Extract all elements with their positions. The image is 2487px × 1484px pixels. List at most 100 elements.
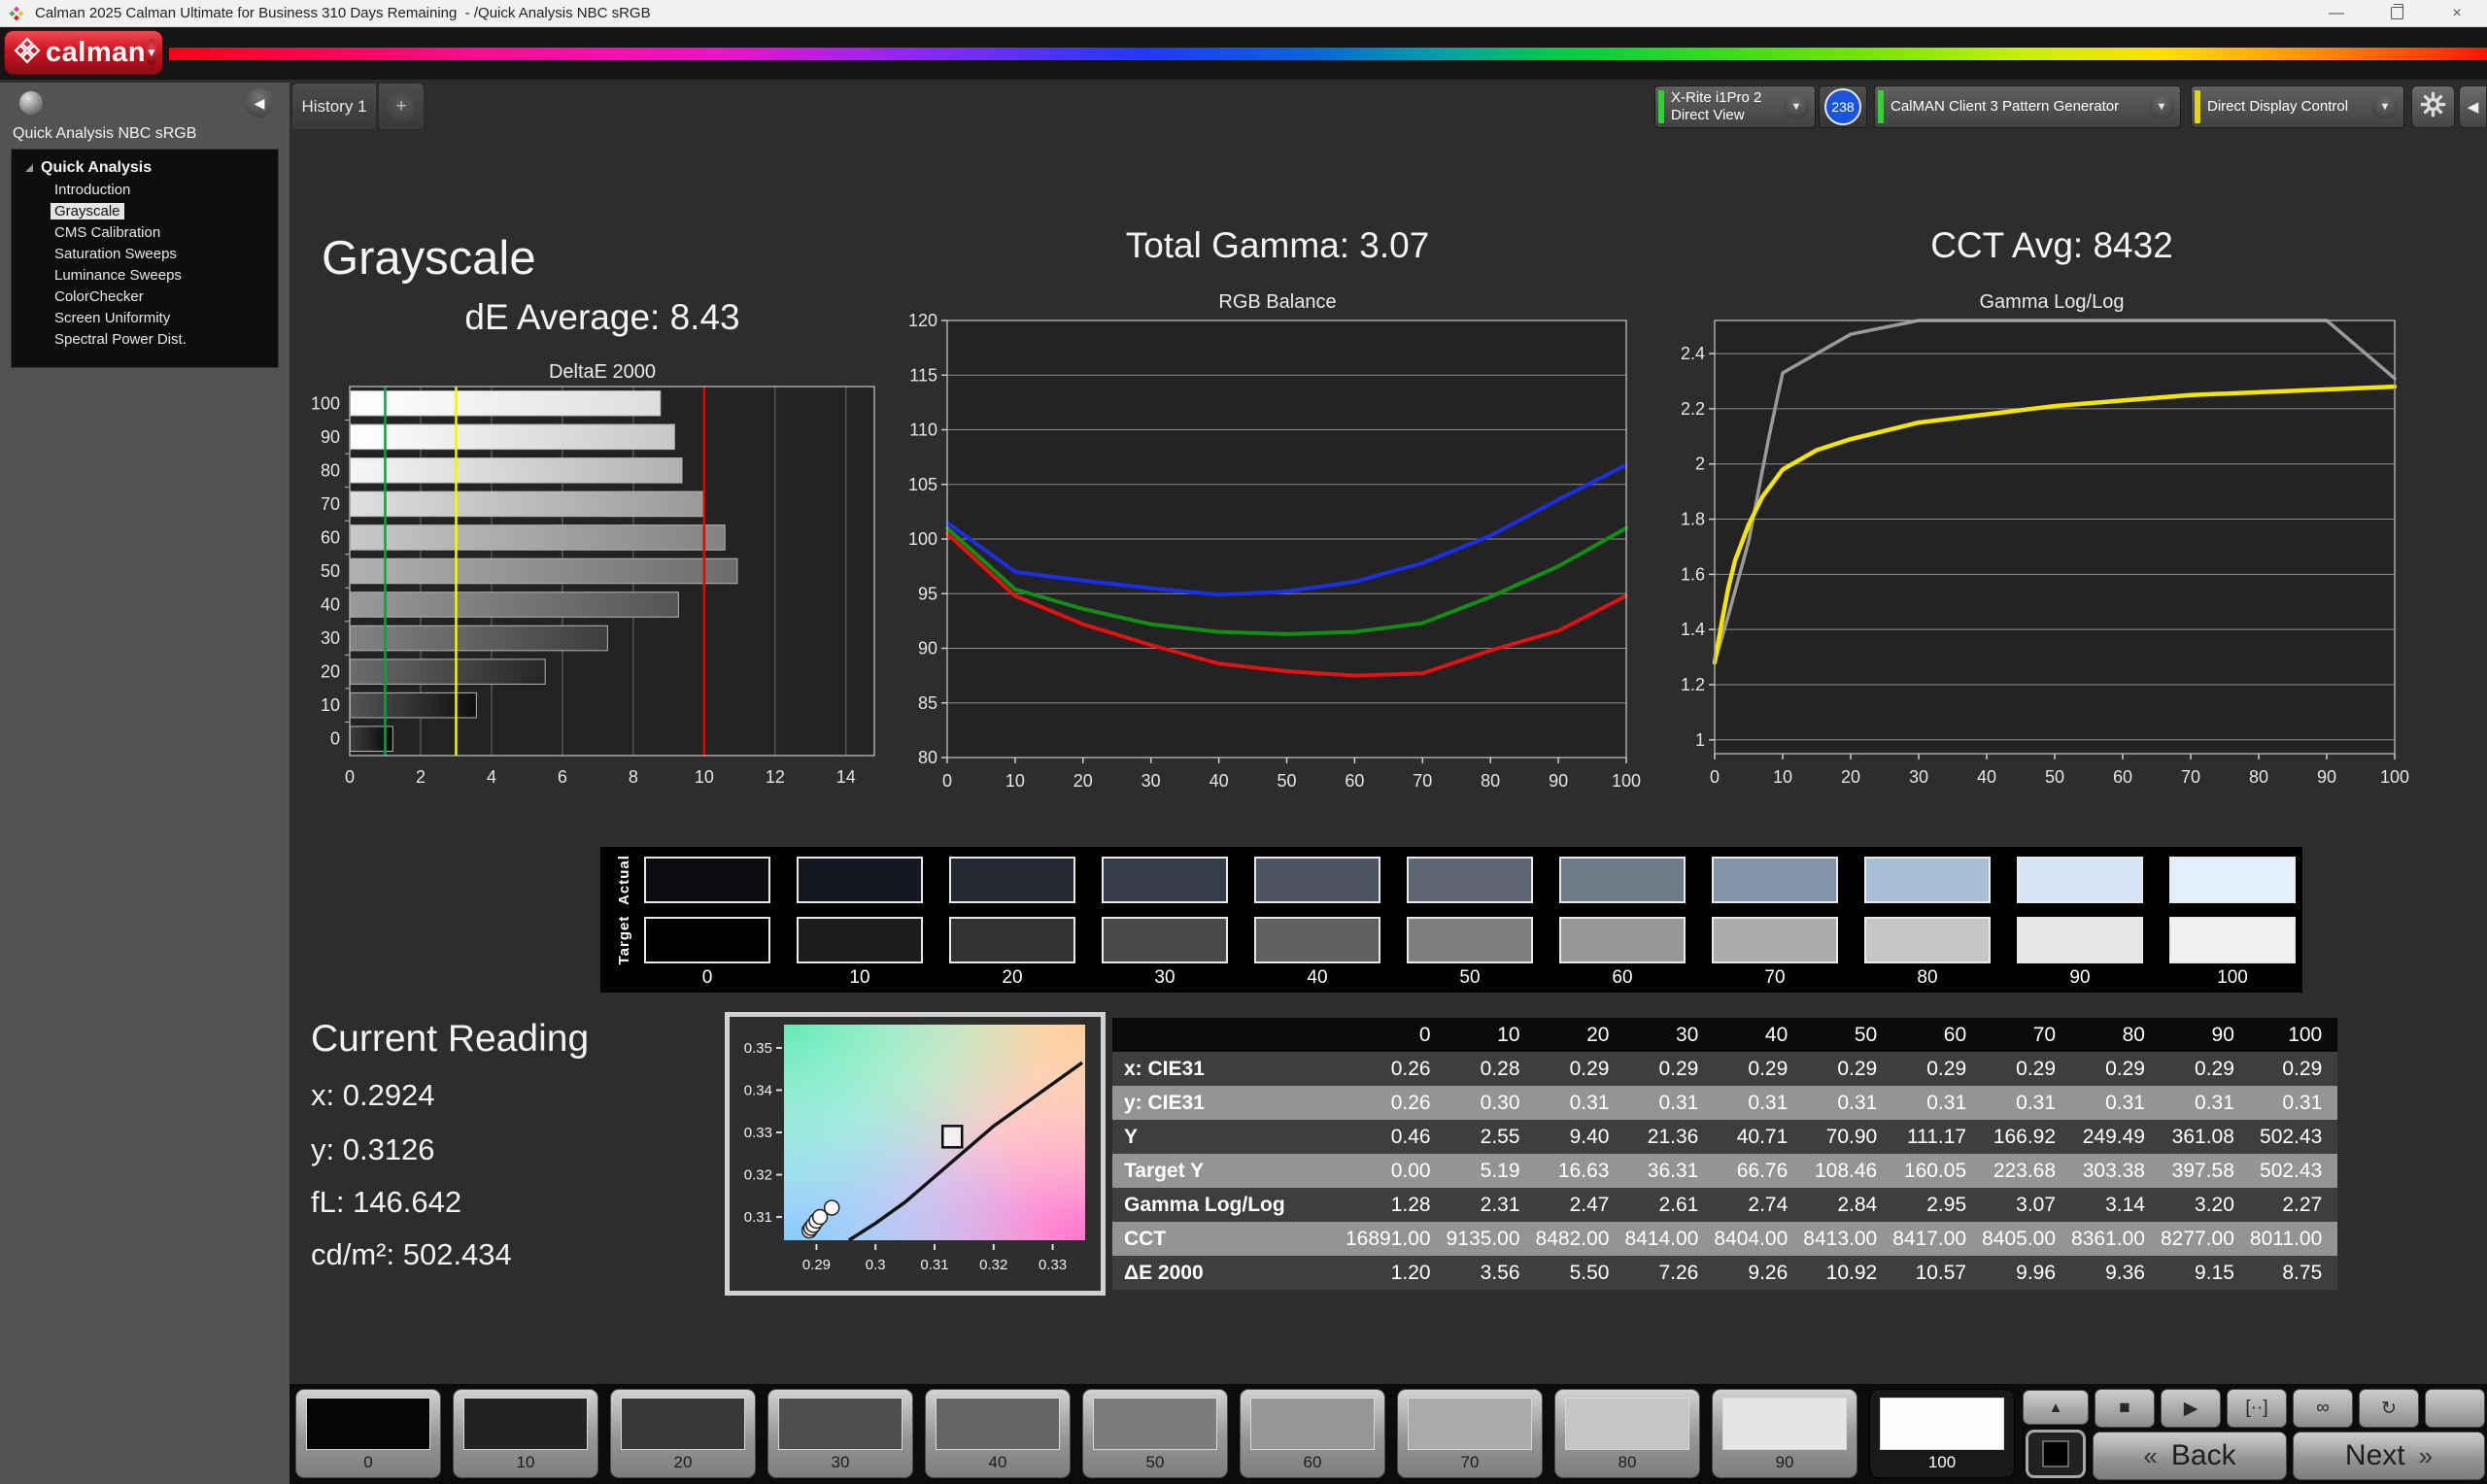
display-control-dropdown[interactable]: Direct Display Control ▼ bbox=[2191, 85, 2404, 128]
tab-history-1[interactable]: History 1 bbox=[291, 83, 377, 130]
table-cell: 223.68 bbox=[1982, 1154, 2071, 1188]
pattern-level-button-80[interactable]: 80 bbox=[1554, 1389, 1700, 1478]
back-button[interactable]: « Back bbox=[2093, 1432, 2287, 1480]
record-button[interactable] bbox=[2425, 1389, 2485, 1428]
minimize-button[interactable]: — bbox=[2306, 0, 2367, 26]
pattern-swatch bbox=[1408, 1398, 1532, 1450]
close-button[interactable]: × bbox=[2427, 0, 2487, 26]
table-cell: 0.31 bbox=[1714, 1086, 1803, 1120]
pattern-level-button-0[interactable]: 0 bbox=[295, 1389, 441, 1478]
meter-dropdown[interactable]: X-Rite i1Pro 2 Direct View ▼ bbox=[1654, 85, 1816, 128]
pattern-swatch bbox=[1722, 1398, 1847, 1450]
calman-menu-button[interactable]: calman ▼ bbox=[4, 30, 163, 75]
reading-fl: fL: 146.642 bbox=[311, 1185, 461, 1220]
stop-icon: ■ bbox=[2119, 1398, 2129, 1419]
calman-logo-text: calman bbox=[46, 37, 146, 69]
collapse-panel-button[interactable]: ◀ bbox=[2459, 85, 2487, 128]
pattern-level-button-60[interactable]: 60 bbox=[1240, 1389, 1385, 1478]
stop-button[interactable]: ■ bbox=[2095, 1389, 2155, 1428]
table-cell: 8.75 bbox=[2250, 1256, 2337, 1290]
svg-text:70: 70 bbox=[2181, 767, 2200, 787]
meter-name: X-Rite i1Pro 2 bbox=[1671, 89, 1761, 107]
gear-icon bbox=[2420, 91, 2446, 122]
table-cell: 3.20 bbox=[2161, 1188, 2250, 1222]
svg-text:0.32: 0.32 bbox=[744, 1167, 772, 1184]
pattern-generator-dropdown[interactable]: CalMAN Client 3 Pattern Generator ▼ bbox=[1874, 85, 2181, 128]
target-swatch-60 bbox=[1559, 917, 1686, 963]
next-button[interactable]: Next » bbox=[2293, 1432, 2485, 1480]
table-column-0: 0 bbox=[1346, 1018, 1447, 1052]
total-gamma-heading: Total Gamma: 3.07 bbox=[908, 225, 1647, 266]
swatch-level-label: 50 bbox=[1407, 967, 1533, 989]
pattern-level-button-90[interactable]: 90 bbox=[1712, 1389, 1857, 1478]
row-label: y: CIE31 bbox=[1112, 1086, 1346, 1120]
cie-chart-panel: 0.310.320.330.340.350.290.30.310.320.33 bbox=[725, 1012, 1106, 1296]
table-cell: 66.76 bbox=[1714, 1154, 1803, 1188]
refresh-button[interactable]: ↻ bbox=[2359, 1389, 2419, 1428]
gamma-loglog-chart: 11.21.41.61.822.22.401020304050607080901… bbox=[1675, 313, 2429, 791]
sidebar-item-grayscale[interactable]: Grayscale bbox=[12, 201, 278, 222]
svg-text:2.4: 2.4 bbox=[1681, 344, 1705, 363]
sidebar-item-screen-uniformity[interactable]: Screen Uniformity bbox=[12, 308, 278, 329]
sidebar-item-spectral-power-dist[interactable]: Spectral Power Dist. bbox=[12, 329, 278, 351]
table-cell: 9135.00 bbox=[1447, 1222, 1536, 1256]
calman-dropdown-arrow-icon[interactable]: ▼ bbox=[146, 39, 157, 66]
pattern-level-label: 20 bbox=[611, 1453, 755, 1472]
pattern-window-button[interactable] bbox=[2026, 1430, 2086, 1478]
sidebar-collapse-button[interactable]: ◀ bbox=[245, 88, 274, 118]
pattern-level-button-40[interactable]: 40 bbox=[925, 1389, 1071, 1478]
step-button[interactable]: [··] bbox=[2227, 1389, 2287, 1428]
grayscale-readout-table: 0102030405060708090100x: CIE310.260.280.… bbox=[1112, 1018, 2337, 1290]
table-cell: 0.30 bbox=[1447, 1086, 1536, 1120]
svg-text:50: 50 bbox=[2045, 767, 2064, 787]
table-column-30: 30 bbox=[1624, 1018, 1714, 1052]
svg-text:8: 8 bbox=[629, 767, 638, 787]
table-cell: 8414.00 bbox=[1624, 1222, 1714, 1256]
pattern-level-label: 80 bbox=[1555, 1453, 1699, 1472]
svg-text:0.33: 0.33 bbox=[1039, 1257, 1067, 1273]
svg-text:12: 12 bbox=[766, 767, 785, 787]
sidebar-item-colorchecker[interactable]: ColorChecker bbox=[12, 287, 278, 308]
pattern-level-button-50[interactable]: 50 bbox=[1082, 1389, 1228, 1478]
actual-swatch-20 bbox=[949, 857, 1075, 903]
table-cell: 2.47 bbox=[1536, 1188, 1625, 1222]
sidebar-item-luminance-sweeps[interactable]: Luminance Sweeps bbox=[12, 265, 278, 287]
pattern-level-button-20[interactable]: 20 bbox=[610, 1389, 756, 1478]
svg-text:4: 4 bbox=[487, 767, 496, 787]
pattern-level-button-10[interactable]: 10 bbox=[453, 1389, 598, 1478]
actual-swatch-80 bbox=[1864, 857, 1991, 903]
table-cell: 16891.00 bbox=[1346, 1222, 1447, 1256]
table-cell: 5.19 bbox=[1447, 1154, 1536, 1188]
pattern-size-up-button[interactable]: ▲ bbox=[2023, 1390, 2089, 1425]
continuous-button[interactable]: ∞ bbox=[2293, 1389, 2353, 1428]
settings-button[interactable] bbox=[2411, 85, 2455, 128]
play-button[interactable]: ▶ bbox=[2161, 1389, 2221, 1428]
deltae-chart-title: DeltaE 2000 bbox=[311, 361, 894, 384]
sidebar-item-saturation-sweeps[interactable]: Saturation Sweeps bbox=[12, 244, 278, 265]
chevron-down-icon: ▼ bbox=[1784, 94, 1809, 119]
meter-reading-badge[interactable]: 238 bbox=[1819, 85, 1867, 128]
svg-text:70: 70 bbox=[321, 494, 340, 514]
sidebar-item-introduction[interactable]: Introduction bbox=[12, 180, 278, 201]
table-row: Y0.462.559.4021.3640.7170.90111.17166.92… bbox=[1112, 1120, 2337, 1154]
row-label: x: CIE31 bbox=[1112, 1052, 1346, 1086]
plus-icon: + bbox=[387, 92, 416, 121]
pattern-level-label: 90 bbox=[1713, 1453, 1857, 1472]
add-tab-button[interactable]: + bbox=[378, 83, 425, 130]
pattern-level-button-100[interactable]: 100 bbox=[1869, 1389, 2015, 1478]
tree-root-quick-analysis[interactable]: Quick Analysis bbox=[12, 156, 278, 180]
de-average-heading: dE Average: 8.43 bbox=[311, 297, 894, 338]
workflow-title: Quick Analysis NBC sRGB bbox=[13, 125, 196, 143]
table-cell: 502.43 bbox=[2250, 1154, 2337, 1188]
svg-text:100: 100 bbox=[908, 529, 937, 549]
table-row: CCT16891.009135.008482.008414.008404.008… bbox=[1112, 1222, 2337, 1256]
sidebar-item-cms-calibration[interactable]: CMS Calibration bbox=[12, 222, 278, 244]
table-cell: 2.27 bbox=[2250, 1188, 2337, 1222]
table-cell: 8417.00 bbox=[1892, 1222, 1982, 1256]
table-cell: 0.29 bbox=[1714, 1052, 1803, 1086]
pattern-level-button-70[interactable]: 70 bbox=[1397, 1389, 1543, 1478]
table-column-20: 20 bbox=[1536, 1018, 1625, 1052]
restore-button[interactable] bbox=[2367, 0, 2427, 26]
pattern-level-button-30[interactable]: 30 bbox=[767, 1389, 913, 1478]
svg-text:1.6: 1.6 bbox=[1681, 564, 1705, 584]
